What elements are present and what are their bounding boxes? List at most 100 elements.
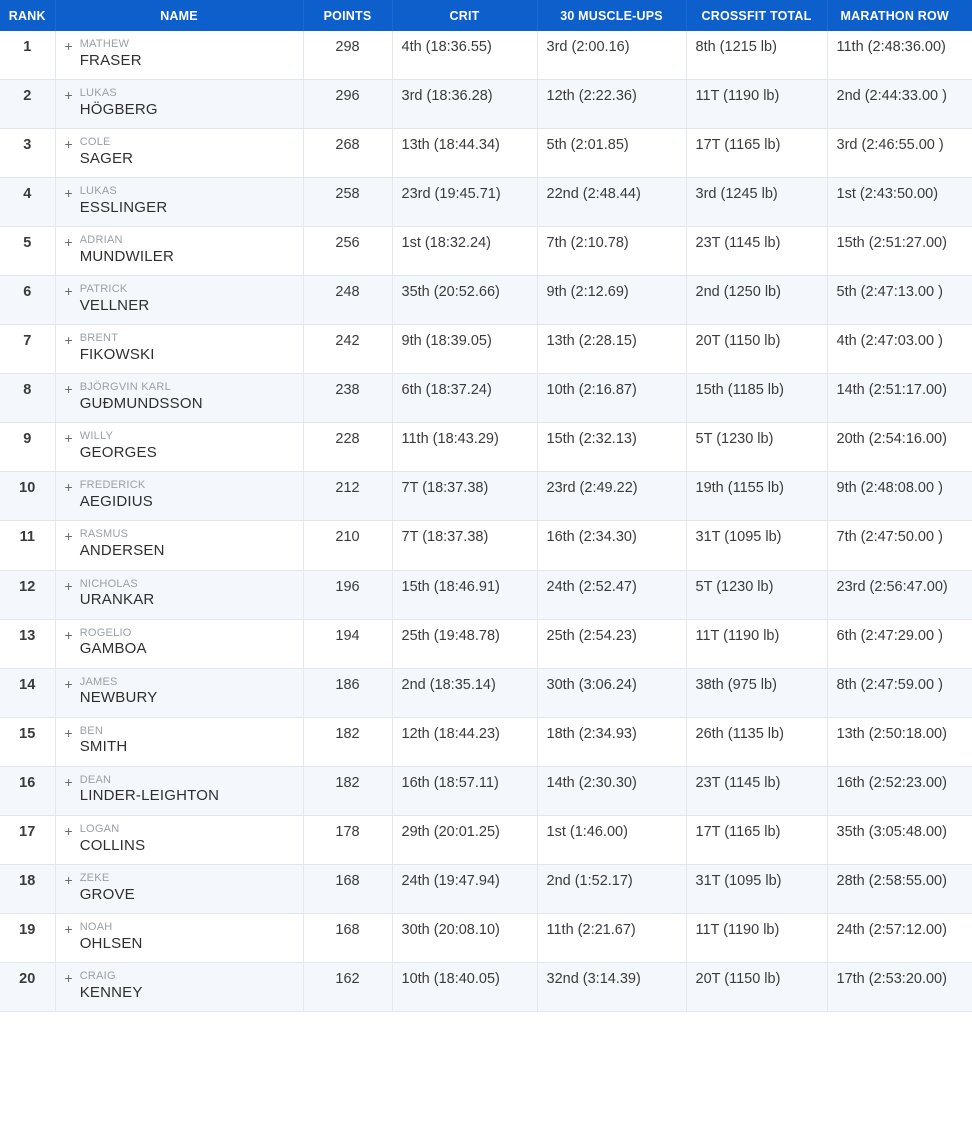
expand-icon[interactable]: + — [65, 872, 73, 888]
event-result-crossfit-total: 2nd (1250 lb) — [686, 275, 828, 326]
event-result-muscleups: 3rd (2:00.16) — [537, 31, 687, 81]
table-row[interactable]: 20 + CRAIG KENNEY 162 10th (18:40.05) 32nd (3:… — [0, 962, 972, 1012]
column-header-rank[interactable]: RANK — [0, 0, 56, 31]
event-result-marathon-row: 35th (3:05:48.00) — [827, 815, 972, 865]
table-row[interactable]: 19 + NOAH OHLSEN 168 30th (20:08.10) 11th (2:2… — [0, 913, 972, 963]
table-row[interactable]: 17 + LOGAN COLLINS 178 29th (20:01.25) 1st (1:… — [0, 815, 972, 865]
athlete-rank: 8 — [0, 373, 56, 424]
expand-icon[interactable]: + — [65, 725, 73, 741]
athlete-name[interactable]: BJÖRGVIN KARL GUÐMUNDSSON — [80, 381, 203, 413]
event-result-crossfit-total: 23T (1145 lb) — [686, 766, 828, 816]
table-row[interactable]: 18 + ZEKE GROVE 168 24th (19:47.94) 2nd (1:52.… — [0, 864, 972, 914]
event-result-crit: 3rd (18:36.28) — [392, 79, 538, 130]
expand-icon[interactable]: + — [65, 381, 73, 397]
athlete-name[interactable]: RASMUS ANDERSEN — [80, 528, 165, 560]
expand-icon[interactable]: + — [65, 136, 73, 152]
athlete-name[interactable]: ADRIAN MUNDWILER — [80, 234, 174, 266]
athlete-rank: 12 — [0, 570, 56, 620]
athlete-points: 298 — [303, 31, 393, 81]
event-result-crossfit-total: 19th (1155 lb) — [686, 471, 828, 522]
table-row[interactable]: 7 + BRENT FIKOWSKI 242 9th (18:39.05) 13th (2:… — [0, 324, 972, 375]
expand-icon[interactable]: + — [65, 528, 73, 544]
athlete-name[interactable]: ZEKE GROVE — [80, 872, 135, 904]
table-row[interactable]: 16 + DEAN LINDER-LEIGHTON 182 16th (18:57.11)… — [0, 766, 972, 816]
expand-icon[interactable]: + — [65, 774, 73, 790]
athlete-name[interactable]: FREDERICK AEGIDIUS — [80, 479, 153, 511]
expand-icon[interactable]: + — [65, 38, 73, 54]
athlete-name[interactable]: LUKAS ESSLINGER — [80, 185, 168, 217]
table-row[interactable]: 6 + PATRICK VELLNER 248 35th (20:52.66) 9th (2… — [0, 275, 972, 326]
event-result-marathon-row: 2nd (2:44:33.00 ) — [827, 79, 972, 130]
athlete-name-cell: + BRENT FIKOWSKI — [55, 324, 304, 375]
column-header-marathon-row[interactable]: MARATHON ROW — [827, 0, 972, 31]
athlete-name[interactable]: WILLY GEORGES — [80, 430, 157, 462]
table-row[interactable]: 11 + RASMUS ANDERSEN 210 7T (18:37.38) 16th (2… — [0, 520, 972, 571]
column-header-crit[interactable]: CRIT — [392, 0, 538, 31]
athlete-rank: 16 — [0, 766, 56, 816]
event-result-crit: 4th (18:36.55) — [392, 31, 538, 81]
expand-icon[interactable]: + — [65, 479, 73, 495]
table-row[interactable]: 1 + MATHEW FRASER 298 4th (18:36.55) 3rd (2:00… — [0, 31, 972, 81]
event-result-crossfit-total: 23T (1145 lb) — [686, 226, 828, 277]
expand-icon[interactable]: + — [65, 921, 73, 937]
expand-icon[interactable]: + — [65, 430, 73, 446]
column-header-muscleups[interactable]: 30 MUSCLE-UPS — [537, 0, 687, 31]
athlete-rank: 9 — [0, 422, 56, 473]
table-row[interactable]: 10 + FREDERICK AEGIDIUS 212 7T (18:37.38) 23rd… — [0, 471, 972, 522]
expand-icon[interactable]: + — [65, 87, 73, 103]
athlete-name[interactable]: MATHEW FRASER — [80, 38, 142, 70]
table-row[interactable]: 2 + LUKAS HÖGBERG 296 3rd (18:36.28) 12th (2:2… — [0, 79, 972, 130]
event-result-muscleups: 12th (2:22.36) — [537, 79, 687, 130]
event-result-marathon-row: 4th (2:47:03.00 ) — [827, 324, 972, 375]
event-result-marathon-row: 3rd (2:46:55.00 ) — [827, 128, 972, 179]
expand-icon[interactable]: + — [65, 627, 73, 643]
athlete-name[interactable]: NICHOLAS URANKAR — [80, 578, 155, 610]
athlete-name[interactable]: PATRICK VELLNER — [80, 283, 150, 315]
table-row[interactable]: 13 + ROGELIO GAMBOA 194 25th (19:48.78) 25th (… — [0, 619, 972, 669]
athlete-name[interactable]: LOGAN COLLINS — [80, 823, 146, 855]
athlete-name[interactable]: BEN SMITH — [80, 725, 128, 757]
expand-icon[interactable]: + — [65, 185, 73, 201]
athlete-name[interactable]: COLE SAGER — [80, 136, 134, 168]
athlete-name-cell: + ROGELIO GAMBOA — [55, 619, 304, 669]
athlete-name-cell: + LUKAS HÖGBERG — [55, 79, 304, 130]
expand-icon[interactable]: + — [65, 578, 73, 594]
table-row[interactable]: 4 + LUKAS ESSLINGER 258 23rd (19:45.71) 22nd (… — [0, 177, 972, 228]
athlete-last-name: GROVE — [79, 885, 135, 903]
event-result-crit: 7T (18:37.38) — [392, 471, 538, 522]
expand-icon[interactable]: + — [65, 676, 73, 692]
column-header-name[interactable]: NAME — [55, 0, 304, 31]
event-result-crit: 1st (18:32.24) — [392, 226, 538, 277]
athlete-name-cell: + MATHEW FRASER — [55, 31, 304, 81]
event-result-marathon-row: 13th (2:50:18.00) — [827, 717, 972, 767]
athlete-rank: 3 — [0, 128, 56, 179]
athlete-name[interactable]: NOAH OHLSEN — [80, 921, 143, 953]
table-row[interactable]: 9 + WILLY GEORGES 228 11th (18:43.29) 15th (2:… — [0, 422, 972, 473]
event-result-crossfit-total: 11T (1190 lb) — [686, 913, 828, 963]
athlete-name[interactable]: LUKAS HÖGBERG — [80, 87, 158, 119]
table-row[interactable]: 15 + BEN SMITH 182 12th (18:44.23) 18th (2:34.… — [0, 717, 972, 767]
expand-icon[interactable]: + — [65, 234, 73, 250]
athlete-name-cell: + CRAIG KENNEY — [55, 962, 304, 1012]
table-row[interactable]: 3 + COLE SAGER 268 13th (18:44.34) 5th (2:01.8… — [0, 128, 972, 179]
column-header-points[interactable]: POINTS — [303, 0, 393, 31]
athlete-name[interactable]: JAMES NEWBURY — [80, 676, 158, 708]
expand-icon[interactable]: + — [65, 970, 73, 986]
athlete-last-name: FIKOWSKI — [79, 346, 155, 364]
athlete-name[interactable]: DEAN LINDER-LEIGHTON — [80, 774, 219, 806]
table-row[interactable]: 5 + ADRIAN MUNDWILER 256 1st (18:32.24) 7th (2… — [0, 226, 972, 277]
column-header-crossfit-total[interactable]: CROSSFIT TOTAL — [686, 0, 828, 31]
expand-icon[interactable]: + — [65, 823, 73, 839]
table-row[interactable]: 14 + JAMES NEWBURY 186 2nd (18:35.14) 30th (3:… — [0, 668, 972, 718]
table-row[interactable]: 12 + NICHOLAS URANKAR 196 15th (18:46.91) 24th… — [0, 570, 972, 620]
athlete-name-cell: + ZEKE GROVE — [55, 864, 304, 914]
athlete-first-name: LOGAN — [79, 822, 120, 835]
expand-icon[interactable]: + — [65, 283, 73, 299]
athlete-name[interactable]: BRENT FIKOWSKI — [80, 332, 155, 364]
event-result-muscleups: 24th (2:52.47) — [537, 570, 687, 620]
athlete-name[interactable]: ROGELIO GAMBOA — [80, 627, 147, 659]
expand-icon[interactable]: + — [65, 332, 73, 348]
athlete-name[interactable]: CRAIG KENNEY — [80, 970, 143, 1002]
event-result-muscleups: 23rd (2:49.22) — [537, 471, 687, 522]
table-row[interactable]: 8 + BJÖRGVIN KARL GUÐMUNDSSON 238 6th (18:37.… — [0, 373, 972, 424]
